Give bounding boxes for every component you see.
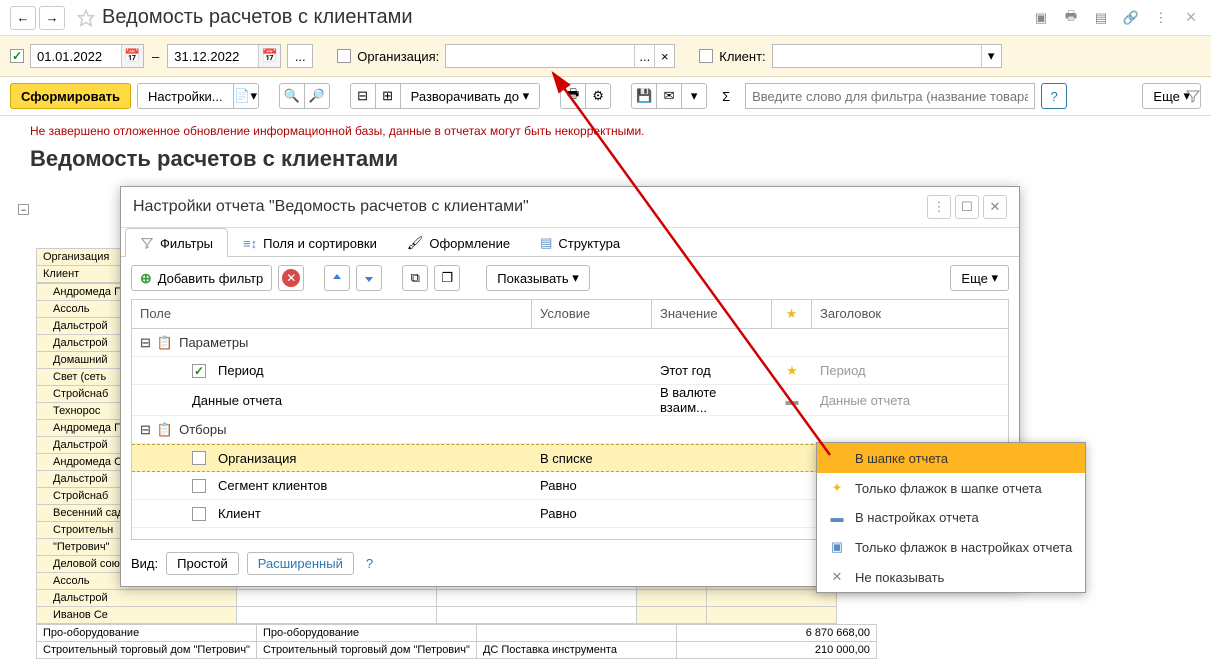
help-icon[interactable]: ? (1041, 83, 1067, 109)
org-combo[interactable]: ... × (445, 44, 675, 68)
calendar-icon[interactable]: 📅 (121, 45, 143, 67)
move-up-button[interactable] (324, 265, 350, 291)
popup-item-header[interactable]: ★В шапке отчета (817, 443, 1085, 473)
gh-value: Значение (652, 300, 772, 328)
collapse-icon[interactable]: ⊟ (350, 83, 376, 109)
client-label: Клиент: (719, 49, 765, 64)
table-row[interactable]: Строительный торговый дом "Петрович"Стро… (37, 642, 877, 659)
help-link[interactable]: ? (366, 556, 373, 571)
org-label: Организация: (357, 49, 439, 64)
tab-fields[interactable]: ≡↕Поля и сортировки (228, 228, 392, 257)
dialog-title: Настройки отчета "Ведомость расчетов с к… (133, 198, 923, 216)
org-enabled-checkbox[interactable] (337, 49, 351, 63)
move-down-button[interactable] (356, 265, 382, 291)
search-adv-icon[interactable]: 🔎 (304, 83, 330, 109)
expand-to-button[interactable]: Разворачивать до ▾ (400, 83, 540, 109)
close-button[interactable]: × (1181, 8, 1201, 28)
attach-icon[interactable]: ▾ (681, 83, 707, 109)
dialog-more-icon[interactable]: ⋮ (927, 195, 951, 219)
client-row-checkbox[interactable] (192, 507, 206, 521)
link-icon[interactable]: 🔗 (1121, 8, 1141, 28)
add-filter-button[interactable]: ⊕Добавить фильтр (131, 265, 272, 291)
row-period[interactable]: Период Этот год ★Период (132, 357, 1008, 385)
tab-filters[interactable]: Фильтры (125, 228, 228, 257)
org-row-checkbox[interactable] (192, 451, 206, 465)
print-settings-icon[interactable]: ⚙ (585, 83, 611, 109)
settings-variant-icon[interactable]: 📄▾ (233, 83, 259, 109)
back-button[interactable]: ← (10, 6, 36, 30)
paste-icon[interactable]: ❐ (434, 265, 460, 291)
client-combo[interactable]: ▾ (772, 44, 1002, 68)
warning-text: Не завершено отложенное обновление инфор… (30, 120, 1201, 142)
row-data[interactable]: Данные отчета В валюте взаим... ▬Данные … (132, 385, 1008, 416)
client-dropdown-icon[interactable]: ▾ (981, 45, 1001, 67)
org-input[interactable] (446, 47, 634, 66)
copy-icon[interactable]: ⧉ (402, 265, 428, 291)
table-row[interactable]: Про-оборудованиеПро-оборудование6 870 66… (37, 625, 877, 642)
row-params-group[interactable]: ⊟📋Параметры (132, 329, 1008, 357)
toolbar: Сформировать Настройки... 📄▾ 🔍 🔎 ⊟ ⊞ Раз… (0, 77, 1211, 116)
date-enabled-checkbox[interactable] (10, 49, 24, 63)
tab-design[interactable]: 🖌Оформление (392, 228, 525, 257)
top-bar: ← → Ведомость расчетов с клиентами ▣ 🖶 ▤… (0, 0, 1211, 36)
period-checkbox[interactable] (192, 364, 206, 378)
seg-row-checkbox[interactable] (192, 479, 206, 493)
row-filters-group[interactable]: ⊟📋Отборы (132, 416, 1008, 444)
filter-bar: 📅 – 📅 ... Организация: ... × Клиент: ▾ (0, 36, 1211, 77)
form-button[interactable]: Сформировать (10, 83, 131, 109)
favorite-star-icon[interactable] (76, 8, 96, 28)
mode-extended[interactable]: Расширенный (247, 552, 354, 575)
sigma-icon[interactable]: Σ (713, 83, 739, 109)
tree-toggle[interactable]: − (18, 204, 29, 215)
popup-item-flag-header[interactable]: ✦Только флажок в шапке отчета (817, 473, 1085, 503)
gh-field: Поле (132, 300, 532, 328)
gh-header: Заголовок (812, 300, 1008, 328)
gh-cond: Условие (532, 300, 652, 328)
save-icon[interactable]: 💾 (631, 83, 657, 109)
settings-button[interactable]: Настройки... (137, 83, 234, 109)
tab-struct[interactable]: ▤Структура (525, 228, 635, 257)
org-clear-icon[interactable]: × (654, 45, 674, 67)
view-label: Вид: (131, 556, 158, 571)
print-icon[interactable]: 🖶 (1061, 8, 1081, 28)
dialog-close-icon[interactable]: ✕ (983, 195, 1007, 219)
mode-simple[interactable]: Простой (166, 552, 239, 575)
date-to-input[interactable]: 📅 (167, 44, 281, 68)
popup-item-hide[interactable]: ✕Не показывать (817, 562, 1085, 592)
filter-funnel-icon[interactable] (1185, 88, 1201, 107)
table-row[interactable]: Иванов Се (37, 607, 837, 624)
dialog-max-icon[interactable]: ☐ (955, 195, 979, 219)
client-input[interactable] (773, 47, 981, 66)
forward-button[interactable]: → (39, 6, 65, 30)
search-icon[interactable]: 🔍 (279, 83, 305, 109)
preview-icon[interactable]: ▤ (1091, 8, 1111, 28)
more-icon[interactable]: ⋮ (1151, 8, 1171, 28)
filter-text-input[interactable] (745, 83, 1035, 109)
page-title: Ведомость расчетов с клиентами (102, 6, 1031, 29)
popup-item-flag-settings[interactable]: ▣Только флажок в настройках отчета (817, 532, 1085, 562)
client-enabled-checkbox[interactable] (699, 49, 713, 63)
save-icon[interactable]: ▣ (1031, 8, 1051, 28)
gh-star: ★ (772, 300, 812, 328)
date-separator: – (152, 49, 159, 64)
expand-icon[interactable]: ⊞ (375, 83, 401, 109)
org-select-icon[interactable]: ... (634, 45, 654, 67)
delete-button[interactable]: ✕ (278, 265, 304, 291)
report-title: Ведомость расчетов с клиентами (30, 142, 1201, 182)
dialog-tabs: Фильтры ≡↕Поля и сортировки 🖌Оформление … (121, 228, 1019, 257)
date-from-field[interactable] (31, 47, 121, 66)
show-button[interactable]: Показывать ▾ (486, 265, 590, 291)
dialog-more-button[interactable]: Еще ▾ (950, 265, 1009, 291)
calendar-icon[interactable]: 📅 (258, 45, 280, 67)
email-icon[interactable]: ✉ (656, 83, 682, 109)
date-select-button[interactable]: ... (287, 44, 313, 68)
popup-item-settings[interactable]: ▬В настройках отчета (817, 503, 1085, 532)
date-from-input[interactable]: 📅 (30, 44, 144, 68)
table-row[interactable]: Дальстрой (37, 590, 837, 607)
print-icon[interactable]: 🖶 (560, 83, 586, 109)
date-to-field[interactable] (168, 47, 258, 66)
visibility-popup: ★В шапке отчета ✦Только флажок в шапке о… (816, 442, 1086, 593)
